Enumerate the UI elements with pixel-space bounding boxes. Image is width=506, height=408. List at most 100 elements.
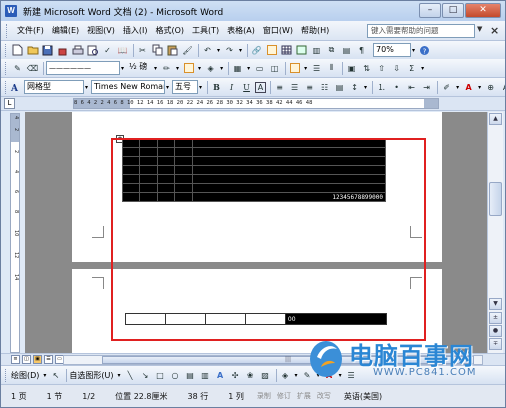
menu-tools[interactable]: 工具(T) [188, 22, 223, 40]
underline-button[interactable]: U [240, 81, 253, 94]
help-dropdown-icon[interactable]: ▼ [477, 25, 482, 33]
insert-table-dropdown-icon[interactable]: ▾ [247, 65, 250, 72]
scroll-thumb[interactable] [489, 182, 502, 216]
arrow-icon[interactable]: ↘ [139, 369, 152, 382]
outline-view-button[interactable]: ☰ [44, 355, 53, 364]
toolbar-grip[interactable] [5, 43, 8, 57]
toolbar-grip[interactable] [5, 61, 8, 75]
align-right-icon[interactable]: ≡ [303, 81, 316, 94]
bullets-icon[interactable]: • [390, 81, 403, 94]
cut-icon[interactable]: ✂ [136, 44, 149, 57]
border-color-icon[interactable]: ✏ [160, 62, 173, 75]
font-color-dropdown-icon[interactable]: ▾ [478, 84, 481, 91]
status-extend[interactable]: 扩展 [294, 391, 314, 401]
toolbar-grip[interactable] [5, 368, 8, 382]
vertical-text-box-icon[interactable]: ▥ [199, 369, 212, 382]
maximize-button[interactable]: □ [442, 3, 464, 18]
styles-icon[interactable]: A [9, 81, 22, 94]
insert-table-menu-icon[interactable]: ▦ [231, 62, 244, 75]
bold-button[interactable]: B [210, 81, 223, 94]
style-select[interactable]: 网格型 [24, 80, 84, 94]
distribute-columns-icon[interactable]: ⫴ [325, 62, 338, 75]
fill-color-dropdown-icon[interactable]: ▾ [295, 372, 298, 379]
vertical-ruler[interactable]: 4 2 2 4 6 8 10 12 14 [10, 113, 20, 353]
grow-font-icon[interactable]: A [499, 81, 505, 94]
decrease-indent-icon[interactable]: ⇤ [405, 81, 418, 94]
clip-art-icon[interactable]: ❀ [244, 369, 257, 382]
font-size-select[interactable]: 五号 [172, 80, 199, 94]
tab-selector[interactable]: L [4, 98, 15, 109]
border-color-dropdown-icon[interactable]: ▾ [176, 65, 179, 72]
outside-border-icon[interactable] [182, 62, 195, 75]
text-direction-icon[interactable]: ⇅ [360, 62, 373, 75]
text-box-icon[interactable]: ▤ [184, 369, 197, 382]
word-app-icon[interactable]: W [5, 5, 17, 17]
rectangle-icon[interactable]: □ [154, 369, 167, 382]
permission-icon[interactable] [56, 44, 69, 57]
redo-icon[interactable]: ↷ [223, 44, 236, 57]
style-dropdown-icon[interactable]: ▾ [85, 84, 88, 91]
toolbar-grip[interactable] [5, 80, 6, 94]
menu-window[interactable]: 窗口(W) [259, 22, 297, 40]
format-painter-icon[interactable]: 🖌 [181, 44, 194, 57]
document-close-button[interactable]: × [490, 24, 499, 37]
align-left-icon[interactable]: ≡ [273, 81, 286, 94]
minimize-button[interactable]: – [419, 3, 441, 18]
print-layout-button[interactable]: ▣ [33, 355, 42, 364]
redo-dropdown-icon[interactable]: ▾ [239, 47, 242, 54]
paste-icon[interactable] [166, 44, 179, 57]
fill-color-icon[interactable]: ◈ [279, 369, 292, 382]
highlight-dropdown-icon[interactable]: ▾ [456, 84, 459, 91]
scroll-up-button[interactable]: ▲ [489, 113, 502, 125]
line-weight-select[interactable]: ½ 磅 [127, 61, 153, 75]
menu-grip[interactable] [6, 23, 9, 38]
select-objects-icon[interactable]: ↖ [49, 369, 62, 382]
previous-page-button[interactable]: ± [489, 312, 502, 324]
draw-table-icon[interactable]: ✎ [11, 62, 24, 75]
help-icon[interactable]: ? [418, 44, 431, 57]
font-select[interactable]: Times New Roman [91, 80, 166, 94]
distributed-icon[interactable]: ▤ [333, 81, 346, 94]
document-map-icon[interactable]: ▤ [340, 44, 353, 57]
save-icon[interactable] [41, 44, 54, 57]
numbering-icon[interactable]: ⒈ [375, 81, 388, 94]
vertical-scrollbar[interactable]: ▲ ▼ ± ● ∓ [487, 112, 503, 353]
columns-icon[interactable]: ▥ [310, 44, 323, 57]
line-style-select[interactable]: —————— [46, 61, 120, 75]
drawing-icon[interactable]: ⧉ [325, 44, 338, 57]
sort-ascending-icon[interactable]: ⇧ [375, 62, 388, 75]
new-document-icon[interactable] [11, 44, 24, 57]
insert-excel-icon[interactable] [295, 44, 308, 57]
status-overtype[interactable]: 改写 [314, 391, 334, 401]
shading-color-icon[interactable]: ◈ [204, 62, 217, 75]
normal-view-button[interactable]: ≡ [11, 355, 20, 364]
enclose-characters-icon[interactable]: ⊕ [484, 81, 497, 94]
table-autoformat-icon[interactable]: ▣ [345, 62, 358, 75]
highlight-icon[interactable]: ✐ [440, 81, 453, 94]
menu-table[interactable]: 表格(A) [223, 22, 259, 40]
align-cell-dropdown-icon[interactable]: ▾ [304, 65, 307, 72]
sort-descending-icon[interactable]: ⇩ [390, 62, 403, 75]
autosum-icon[interactable]: Σ [405, 62, 418, 75]
diagram-icon[interactable]: ✣ [229, 369, 242, 382]
line-spacing-icon[interactable]: ↕ [348, 81, 361, 94]
web-layout-button[interactable]: ◫ [22, 355, 31, 364]
menu-format[interactable]: 格式(O) [151, 22, 188, 40]
menu-edit[interactable]: 编辑(E) [48, 22, 83, 40]
menu-help[interactable]: 帮助(H) [297, 22, 333, 40]
font-dropdown-icon[interactable]: ▾ [166, 84, 169, 91]
help-search-input[interactable]: 键入需要帮助的问题 [367, 24, 475, 38]
open-folder-icon[interactable] [26, 44, 39, 57]
print-preview-icon[interactable] [86, 44, 99, 57]
border-dropdown-icon[interactable]: ▾ [198, 65, 201, 72]
close-button[interactable]: ✕ [465, 3, 501, 18]
print-icon[interactable] [71, 44, 84, 57]
autoshapes-dropdown-icon[interactable]: ▾ [118, 372, 121, 379]
increase-indent-icon[interactable]: ⇥ [420, 81, 433, 94]
justify-icon[interactable]: ☷ [318, 81, 331, 94]
autoshapes-menu-button[interactable]: 自选图形(U) [69, 370, 113, 381]
tables-borders-icon[interactable] [265, 44, 278, 57]
scroll-down-button[interactable]: ▼ [489, 298, 502, 310]
wordart-icon[interactable]: A [214, 369, 227, 382]
eraser-icon[interactable]: ⌫ [26, 62, 39, 75]
